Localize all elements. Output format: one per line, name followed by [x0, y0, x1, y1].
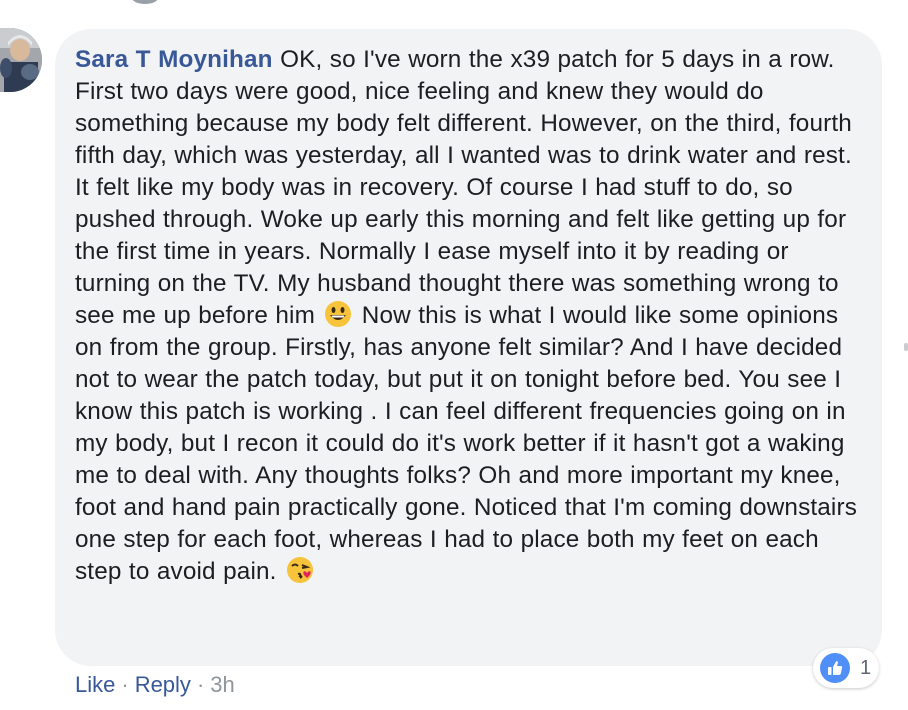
thumbs-up-icon: [820, 653, 850, 683]
grinning-face-emoji: [325, 301, 352, 327]
comment-author[interactable]: Sara T Moynihan: [75, 46, 273, 73]
previous-avatar-fragment: [132, 0, 158, 4]
face-blowing-kiss-emoji: [286, 557, 313, 583]
reaction-count: 1: [860, 656, 872, 679]
avatar[interactable]: [0, 28, 42, 92]
reaction-summary[interactable]: 1: [813, 648, 879, 688]
scrollbar-fragment[interactable]: [904, 343, 908, 351]
comment-text-part2: Now this is what I would like some opini…: [75, 302, 858, 585]
comment-bubble: Sara T Moynihan OK, so I've worn the x39…: [55, 29, 882, 666]
comment-text-part1: OK, so I've worn the x39 patch for 5 day…: [75, 46, 852, 329]
comment-body: Sara T Moynihan OK, so I've worn the x39…: [75, 44, 862, 588]
like-button[interactable]: Like: [75, 672, 115, 697]
timestamp[interactable]: 3h: [210, 672, 234, 697]
separator: ·: [121, 672, 129, 697]
separator: ·: [196, 672, 205, 697]
reply-button[interactable]: Reply: [135, 672, 191, 697]
comment-actions: Like · Reply · 3h: [75, 670, 235, 700]
